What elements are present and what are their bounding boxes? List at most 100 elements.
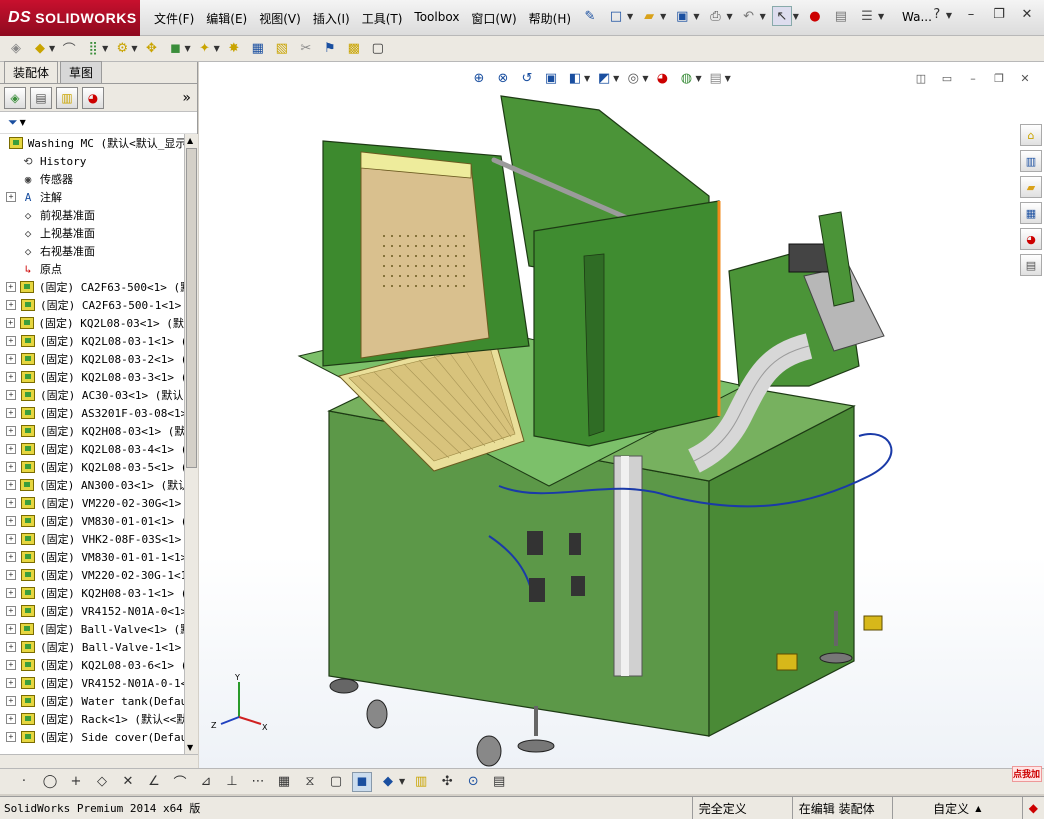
filter-icon[interactable]: ⏷ xyxy=(8,115,18,130)
tree-vertical-scrollbar[interactable]: ▲ ▼ xyxy=(184,134,198,754)
reference-geometry-icon[interactable]: ✸ xyxy=(224,39,244,59)
expand-icon[interactable]: + xyxy=(6,642,16,652)
lights-icon[interactable]: ⊙ xyxy=(463,772,483,792)
show-dropdown-icon[interactable]: ▼ xyxy=(184,44,190,53)
table-icon[interactable]: ▤ xyxy=(489,772,509,792)
scene-dropdown-icon[interactable]: ▼ xyxy=(695,74,701,83)
print-dropdown-icon[interactable]: ▼ xyxy=(726,12,732,21)
polygon-icon[interactable]: ◇ xyxy=(92,772,112,792)
trim-icon[interactable]: ✕ xyxy=(118,772,138,792)
tree-item[interactable]: + (固定) KQ2L08-03-6<1> ( xyxy=(0,656,184,674)
tree-item[interactable]: ◇ 前视基准面 xyxy=(0,206,184,224)
sketch-relation-icon[interactable]: ⧖ xyxy=(300,772,320,792)
open-folder-icon[interactable]: ▰ xyxy=(639,6,659,26)
tree-item[interactable]: + (固定) KQ2L08-03-4<1> ( xyxy=(0,440,184,458)
pin-icon[interactable]: ✎ xyxy=(580,6,600,26)
tree-item[interactable]: ◇ 右视基准面 xyxy=(0,242,184,260)
tree-item[interactable]: + A 注解 xyxy=(0,188,184,206)
smart-fasteners-icon[interactable]: ⚙ xyxy=(112,39,132,59)
expand-icon[interactable]: + xyxy=(6,282,16,292)
rebuild-traffic-light-icon[interactable]: ● xyxy=(805,6,825,26)
zoom-to-fit-icon[interactable]: ⊕ xyxy=(469,68,489,88)
minimize-icon[interactable]: – xyxy=(962,6,980,24)
new-part-icon[interactable]: ◆ xyxy=(30,39,50,59)
colors-icon[interactable]: ▥ xyxy=(411,772,431,792)
rebuild-status-icon[interactable]: ◆ xyxy=(1021,797,1044,819)
menu-edit[interactable]: 编辑(E) xyxy=(200,8,253,29)
tree-item[interactable]: + (固定) KQ2L08-03-5<1> ( xyxy=(0,458,184,476)
apply-scene-icon[interactable]: ◍ xyxy=(676,68,696,88)
tree-item[interactable]: ↳ 原点 xyxy=(0,260,184,278)
tab-assembly[interactable]: 装配体 xyxy=(4,61,59,83)
tree-item[interactable]: + (固定) VM830-01-01-1<1> xyxy=(0,548,184,566)
undo-icon[interactable]: ↶ xyxy=(739,6,759,26)
point-icon[interactable]: · xyxy=(14,772,34,792)
features-dropdown-icon[interactable]: ▼ xyxy=(214,44,220,53)
expand-icon[interactable]: + xyxy=(6,534,16,544)
feature-manager-tab-icon[interactable]: ◈ xyxy=(4,86,26,109)
expand-icon[interactable]: + xyxy=(6,552,16,562)
tree-horizontal-scrollbar[interactable] xyxy=(0,754,198,768)
expand-icon[interactable]: + xyxy=(6,660,16,670)
close-icon[interactable]: ✕ xyxy=(1018,6,1036,24)
expand-icon[interactable]: + xyxy=(6,372,16,382)
tree-item[interactable]: ◉ 传感器 xyxy=(0,170,184,188)
insert-components-icon[interactable]: ◈ xyxy=(6,39,26,59)
linear-pattern-icon[interactable]: ⣿ xyxy=(83,39,103,59)
cube-dropdown-arrow-icon[interactable]: ▼ xyxy=(399,777,405,786)
expand-icon[interactable]: + xyxy=(6,732,16,742)
expand-icon[interactable]: + xyxy=(6,408,16,418)
clearance-verification-icon[interactable]: ▩ xyxy=(344,39,364,59)
display-style-icon[interactable]: ◩ xyxy=(594,68,614,88)
tab-sketch[interactable]: 草图 xyxy=(60,61,103,83)
tree-item[interactable]: + (固定) AC30-03<1> (默认 xyxy=(0,386,184,404)
plus-icon[interactable]: + xyxy=(66,772,86,792)
edit-appearance-icon[interactable]: ◕ xyxy=(652,68,672,88)
chamfer-icon[interactable]: ⊿ xyxy=(196,772,216,792)
tree-item[interactable]: + (固定) Rack<1> (默认<<默 xyxy=(0,710,184,728)
grid-icon[interactable]: ▦ xyxy=(274,772,294,792)
filter-dropdown-icon[interactable]: ▼ xyxy=(20,118,26,127)
tree-root-assembly[interactable]: Washing MC (默认<默认_显示 xyxy=(0,134,184,152)
tree-item[interactable]: + (固定) VR4152-N01A-0<1> xyxy=(0,602,184,620)
undo-dropdown-icon[interactable]: ▼ xyxy=(760,12,766,21)
save-dropdown-icon[interactable]: ▼ xyxy=(693,12,699,21)
menu-insert[interactable]: 插入(I) xyxy=(307,8,356,29)
viewport-close-icon[interactable]: ✕ xyxy=(1016,70,1034,88)
help-badge[interactable]: 点我加 xyxy=(1012,766,1042,782)
tree-item[interactable]: + (固定) VM220-02-30G<1> xyxy=(0,494,184,512)
expand-icon[interactable]: + xyxy=(6,300,16,310)
view-settings-icon[interactable]: ▤ xyxy=(706,68,726,88)
offset-icon[interactable]: ⊥ xyxy=(222,772,242,792)
move-component-icon[interactable]: ✥ xyxy=(141,39,161,59)
scroll-down-icon[interactable]: ▼ xyxy=(187,743,193,752)
help-question-icon[interactable]: ? xyxy=(928,6,946,24)
menu-tools[interactable]: 工具(T) xyxy=(356,8,409,29)
instant3d-icon[interactable]: ▢ xyxy=(368,39,388,59)
tree-item[interactable]: + (固定) CA2F63-500<1> (默 xyxy=(0,278,184,296)
tree-item[interactable]: + (固定) AN300-03<1> (默认 xyxy=(0,476,184,494)
custom-properties-icon[interactable]: ▤ xyxy=(1020,254,1042,276)
solidworks-logo[interactable]: DS SOLIDWORKS xyxy=(0,0,140,36)
tree-item[interactable]: + (固定) VM830-01-01<1> ( xyxy=(0,512,184,530)
property-manager-tab-icon[interactable]: ▤ xyxy=(30,86,52,109)
mate-icon[interactable]: ⌒ xyxy=(59,39,79,59)
print-icon[interactable]: ⎙ xyxy=(705,6,725,26)
angle-icon[interactable]: ∠ xyxy=(144,772,164,792)
tree-item[interactable]: + (固定) KQ2L08-03-1<1> ( xyxy=(0,332,184,350)
configuration-manager-tab-icon[interactable]: ▥ xyxy=(56,86,78,109)
expand-icon[interactable]: + xyxy=(6,516,16,526)
hide-show-items-icon[interactable]: ◎ xyxy=(623,68,643,88)
tree-item[interactable]: + (固定) KQ2L08-03<1> (默认 xyxy=(0,314,184,332)
expand-icon[interactable]: + xyxy=(6,318,16,328)
save-icon[interactable]: ▣ xyxy=(672,6,692,26)
expand-icon[interactable]: + xyxy=(6,714,16,724)
3d-box-icon[interactable]: ▢ xyxy=(326,772,346,792)
new-motion-study-icon[interactable]: ▦ xyxy=(248,39,268,59)
new-dropdown-icon[interactable]: ▼ xyxy=(627,12,633,21)
scroll-up-icon[interactable]: ▲ xyxy=(187,136,193,145)
fillet-icon[interactable]: ⌒ xyxy=(170,772,190,792)
expand-icon[interactable]: + xyxy=(6,426,16,436)
menu-file[interactable]: 文件(F) xyxy=(148,8,200,29)
appearances-icon[interactable]: ◕ xyxy=(1020,228,1042,250)
